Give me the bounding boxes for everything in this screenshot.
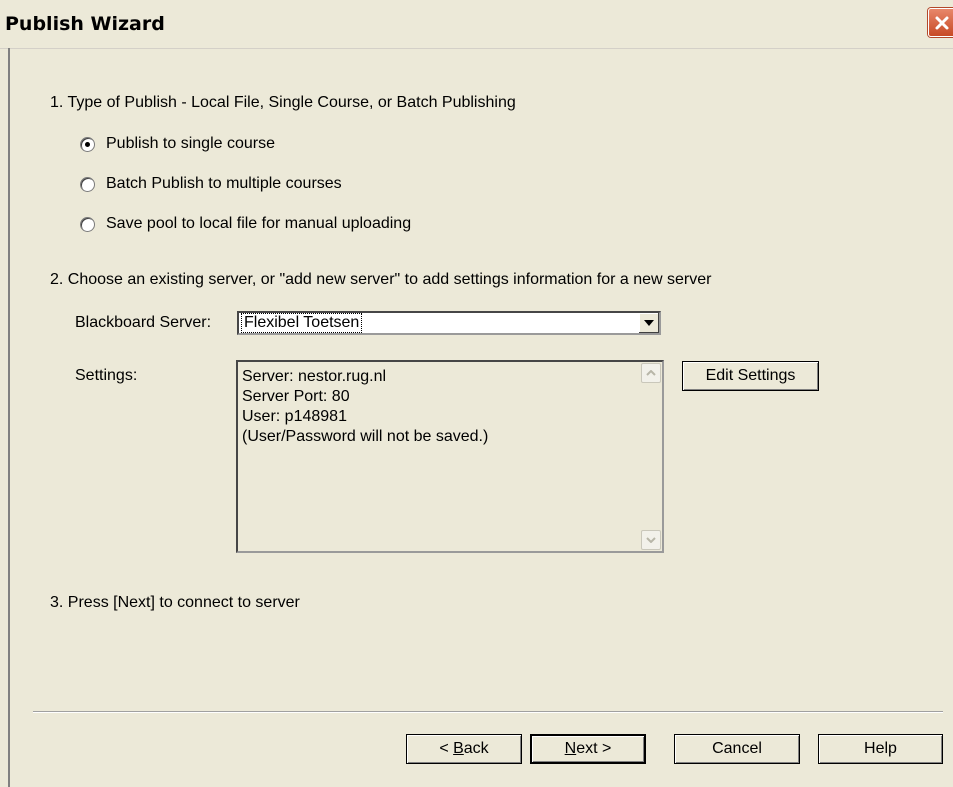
radio-single-course[interactable]: Publish to single course [80, 134, 275, 154]
chevron-up-icon [646, 370, 656, 376]
radio-button[interactable] [80, 216, 95, 232]
chevron-down-icon [646, 537, 656, 543]
server-select[interactable]: Flexibel Toetsen [237, 311, 661, 335]
next-rest: ext > [576, 740, 612, 757]
radio-button[interactable] [80, 176, 95, 192]
scroll-up-button[interactable] [641, 363, 661, 383]
window-frame-edge [8, 48, 10, 787]
cancel-button[interactable]: Cancel [674, 734, 800, 764]
chevron-down-icon [644, 320, 654, 326]
radio-save-local[interactable]: Save pool to local file for manual uploa… [80, 214, 411, 234]
vertical-scrollbar[interactable] [641, 363, 661, 550]
title-bar: Publish Wizard [0, 0, 953, 49]
next-button[interactable]: Next > [530, 734, 646, 764]
close-icon [935, 16, 949, 29]
scroll-down-button[interactable] [641, 530, 661, 550]
back-prefix: < [439, 740, 454, 757]
step3-text: 3. Press [Next] to connect to server [50, 594, 300, 611]
radio-label: Save pool to local file for manual uploa… [106, 215, 412, 232]
edit-settings-button[interactable]: Edit Settings [682, 361, 819, 391]
publish-wizard-window: Publish Wizard 1. Type of Publish - Loca… [0, 0, 953, 787]
radio-label: Publish to single course [106, 135, 275, 152]
separator [33, 711, 943, 713]
back-accel: B [453, 740, 464, 757]
dropdown-button[interactable] [638, 313, 659, 333]
radio-batch-publish[interactable]: Batch Publish to multiple courses [80, 174, 342, 194]
radio-label: Batch Publish to multiple courses [106, 175, 342, 192]
window-title: Publish Wizard [5, 13, 165, 35]
server-label: Blackboard Server: [75, 314, 212, 331]
close-button[interactable] [928, 8, 953, 37]
server-select-value: Flexibel Toetsen [240, 313, 363, 333]
settings-textarea[interactable]: Server: nestor.rug.nl Server Port: 80 Us… [236, 360, 664, 553]
back-button[interactable]: < Back [406, 734, 522, 764]
step2-text: 2. Choose an existing server, or "add ne… [50, 271, 712, 288]
help-button[interactable]: Help [818, 734, 943, 764]
next-accel: N [564, 740, 577, 757]
settings-text: Server: nestor.rug.nl Server Port: 80 Us… [242, 368, 489, 445]
settings-label: Settings: [75, 367, 138, 384]
back-rest: ack [463, 740, 489, 757]
radio-button-checked[interactable] [80, 136, 95, 152]
step1-text: 1. Type of Publish - Local File, Single … [50, 94, 516, 111]
